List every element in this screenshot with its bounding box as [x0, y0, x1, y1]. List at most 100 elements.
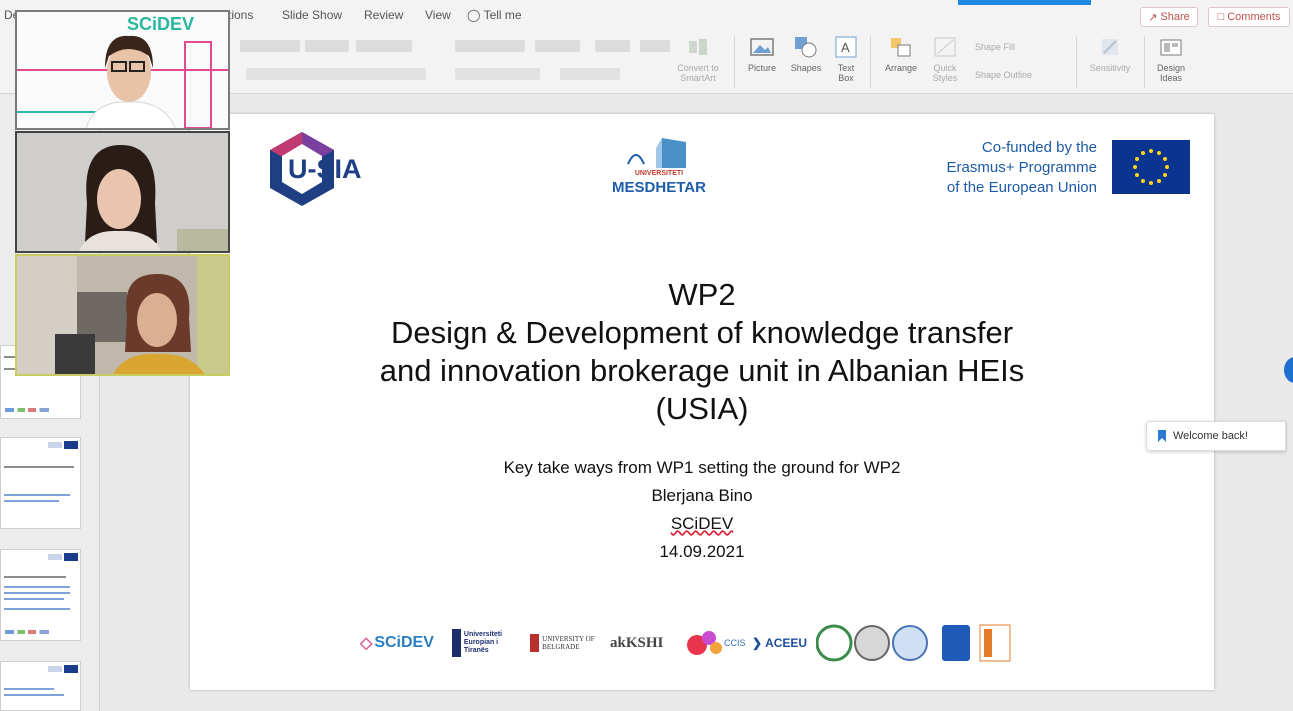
tell-me[interactable]: ◯ Tell me	[467, 8, 522, 22]
shapes-label: Shapes	[790, 63, 822, 73]
video-tile-participant-2[interactable]	[15, 131, 230, 253]
bookmark-icon	[1158, 430, 1166, 442]
shapes-button[interactable]: Shapes	[786, 34, 826, 73]
belgrade-crest-icon	[530, 634, 540, 652]
shapes-icon	[793, 34, 819, 60]
align-buttons[interactable]	[455, 68, 540, 80]
subtitle-date: 14.09.2021	[659, 542, 745, 561]
subtitle-line-1: Key take ways from WP1 setting the groun…	[503, 458, 901, 477]
title-line-2: Design & Development of knowledge transf…	[390, 315, 1014, 350]
arrange-button[interactable]: Arrange	[880, 34, 922, 73]
partner-akkshi-logo: akKSHI	[610, 622, 663, 664]
ribbon-separator	[734, 36, 735, 88]
picture-icon	[749, 34, 775, 60]
partner-belgrade-label: UNIVERSITY OF BELGRADE	[542, 635, 595, 651]
slide-thumbnail[interactable]	[0, 661, 81, 711]
usia-logo-text: U-SIA	[288, 154, 362, 184]
slide-thumbnail[interactable]	[0, 437, 81, 529]
sensitivity-button[interactable]: Sensitivity	[1084, 34, 1136, 73]
sensitivity-icon	[1097, 34, 1123, 60]
cofund-line-3: of the European Union	[946, 179, 1097, 196]
columns-button[interactable]	[640, 40, 670, 52]
thumb-line	[4, 694, 64, 696]
mesdhetar-logo: UNIVERSITETI MESDHETAR	[604, 136, 714, 200]
slide-title[interactable]: WP2 Design & Development of knowledge tr…	[190, 276, 1214, 428]
subtitle-organization: SCiDEV	[670, 514, 734, 533]
partner-seal-logos	[816, 622, 1016, 664]
font-format-buttons[interactable]	[246, 68, 426, 80]
shape-outline-button[interactable]: Shape Outline	[975, 70, 1032, 80]
sensitivity-label: Sensitivity	[1089, 63, 1131, 73]
list-buttons[interactable]	[455, 40, 525, 52]
thumb-cofund	[48, 554, 62, 560]
picture-button[interactable]: Picture	[742, 34, 782, 73]
arrange-label: Arrange	[884, 63, 918, 73]
shape-fill-button[interactable]: Shape Fill	[975, 42, 1015, 52]
menu-slide-show[interactable]: Slide Show	[282, 8, 342, 22]
usia-logo: U-SIA	[264, 130, 376, 208]
convert-smartart-button[interactable]: Convert to SmartArt	[670, 34, 726, 83]
thumb-eu-flag	[64, 441, 78, 449]
font-name-dropdown[interactable]	[240, 40, 300, 52]
thumb-line	[4, 688, 54, 690]
menu-animations[interactable]: tions	[228, 8, 253, 22]
title-line-4: (USIA)	[655, 391, 749, 426]
video-tile-participant-1[interactable]: SCiDEV	[15, 10, 230, 130]
thumb-line	[4, 598, 64, 600]
share-label: Share	[1160, 11, 1190, 23]
partner-uet-label: Universiteti Europian i Tiranës	[463, 631, 503, 654]
eu-flag-icon	[1112, 140, 1190, 194]
seal-blue-icon	[892, 625, 928, 661]
quick-styles-icon	[932, 34, 958, 60]
quick-styles-button[interactable]: Quick Styles	[926, 34, 964, 83]
participant-1-video	[17, 35, 228, 128]
share-button[interactable]: ↗ Share	[1140, 7, 1198, 27]
thumb-line	[4, 466, 74, 468]
design-ideas-icon	[1158, 34, 1184, 60]
seal-green-icon	[816, 624, 853, 662]
partner-scidev-label: SCiDEV	[374, 634, 434, 651]
menu-view[interactable]: View	[425, 8, 451, 22]
picture-label: Picture	[747, 63, 776, 73]
text-box-label: Text Box	[837, 63, 855, 83]
text-box-button[interactable]: A Text Box	[830, 34, 862, 83]
title-line-1: WP2	[668, 277, 736, 312]
svg-text:A: A	[841, 40, 850, 55]
scidev-banner-label: SCiDEV	[127, 14, 195, 34]
partner-ccis-logo: CCIS	[686, 622, 746, 664]
line-spacing-button[interactable]	[595, 40, 630, 52]
uet-crest-icon	[452, 629, 461, 657]
font-size-dropdown[interactable]	[305, 40, 349, 52]
thumb-eu-flag	[64, 665, 78, 673]
video-tile-participant-3[interactable]	[15, 254, 230, 376]
aceeu-mark-icon: ❯	[752, 636, 763, 650]
share-icon: ↗	[1148, 11, 1158, 24]
text-box-icon: A	[833, 34, 859, 60]
thumb-line	[4, 592, 70, 594]
arrange-icon	[888, 34, 914, 60]
welcome-back-toast[interactable]: Welcome back!	[1146, 421, 1286, 451]
quick-styles-label: Quick Styles	[932, 63, 958, 83]
partner-akkshi-label: akKSHI	[610, 634, 664, 651]
font-size-buttons[interactable]	[356, 40, 412, 52]
thumb-line	[4, 494, 70, 496]
indent-buttons[interactable]	[535, 40, 580, 52]
participant-2-video	[17, 133, 228, 251]
current-slide[interactable]: U-SIA UNIVERSITETI MESDHETAR Co-funded b…	[190, 114, 1214, 690]
slide-subtitle[interactable]: Key take ways from WP1 setting the groun…	[190, 454, 1214, 566]
partner-uet-logo: Universiteti Europian i Tiranës	[452, 622, 520, 664]
smartart-icon	[685, 34, 711, 60]
text-direction-buttons[interactable]	[560, 68, 620, 80]
comments-button[interactable]: □ Comments	[1208, 7, 1290, 27]
slide-thumbnail[interactable]	[0, 549, 81, 641]
partner-scidev-logo: ◇ SCiDEV	[360, 622, 434, 664]
comments-label: Comments	[1227, 11, 1281, 23]
lightbulb-icon: ◯	[467, 8, 481, 22]
partner-ccis-label: CCIS	[724, 638, 746, 648]
thumb-cofund	[48, 442, 62, 448]
cofund-line-2: Erasmus+ Programme	[946, 159, 1097, 176]
participant-3-video	[17, 256, 228, 374]
cofund-text: Co-funded by the Erasmus+ Programme of t…	[947, 138, 1097, 198]
menu-review[interactable]: Review	[364, 8, 403, 22]
design-ideas-button[interactable]: Design Ideas	[1150, 34, 1192, 83]
